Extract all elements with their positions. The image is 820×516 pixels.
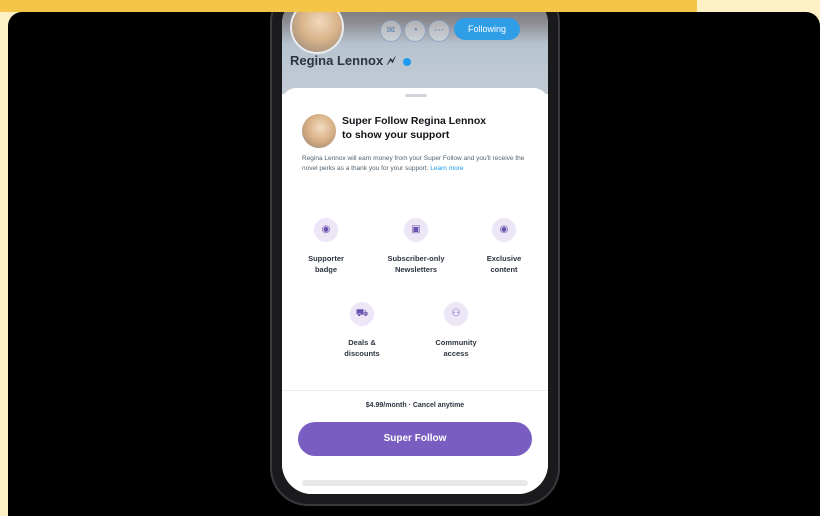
exclusive-content-icon: ◉ (492, 218, 516, 242)
more-icon[interactable]: ⋯ (428, 20, 450, 42)
super-follow-description: Regina Lennox will earn money from your … (302, 154, 530, 174)
benefit-label: Exclusive content (486, 254, 522, 274)
price-text: $4.99/month · Cancel anytime (365, 402, 465, 409)
verified-badge-icon (403, 57, 412, 66)
divider (282, 390, 548, 391)
super-follow-title-line1: Super Follow Regina Lennox (342, 115, 487, 127)
benefit-label: Supporter badge (308, 254, 344, 274)
benefit-label: Deals & discounts (344, 338, 380, 358)
learn-more-link[interactable]: Learn more (430, 165, 463, 172)
benefit-deals-discounts: ⛟ Deals & discounts (320, 302, 404, 359)
newsletter-icon: ▣ (404, 218, 428, 242)
video-stage: ✉ ◔ ⋯ Following Regina Lennox 🗲 Super Fo… (8, 12, 820, 516)
super-follow-avatar (302, 114, 336, 148)
home-indicator (302, 480, 528, 486)
super-follow-title-line2: to show your support (342, 129, 450, 141)
super-follow-title: Super Follow Regina Lennox to show your … (342, 114, 532, 142)
super-follow-description-text: Regina Lennox will earn money from your … (302, 155, 525, 172)
profile-avatar[interactable] (290, 12, 344, 54)
super-follow-button[interactable]: Super Follow (298, 422, 532, 456)
badge-icon: ◉ (314, 218, 338, 242)
profile-name: Regina Lennox 🗲 (290, 53, 412, 69)
cart-icon: ⛟ (350, 302, 374, 326)
profile-name-suffix: 🗲 (386, 53, 396, 68)
benefit-community-access: ⚇ Community access (414, 302, 498, 359)
profile-name-text: Regina Lennox (290, 53, 384, 68)
sheet-grabber[interactable] (405, 94, 427, 97)
following-button[interactable]: Following (454, 18, 520, 40)
benefit-newsletters: ▣ Subscriber-only Newsletters (374, 218, 458, 275)
benefit-supporter-badge: ◉ Supporter badge (284, 218, 368, 275)
mail-icon[interactable]: ✉ (380, 20, 402, 42)
header-band (0, 0, 697, 12)
benefit-label: Community access (435, 338, 477, 358)
benefit-exclusive-content: ◉ Exclusive content (462, 218, 546, 275)
benefit-label: Subscriber-only Newsletters (387, 254, 445, 274)
phone-frame: ✉ ◔ ⋯ Following Regina Lennox 🗲 Super Fo… (270, 12, 560, 506)
phone-screen: ✉ ◔ ⋯ Following Regina Lennox 🗲 Super Fo… (282, 12, 548, 494)
community-icon: ⚇ (444, 302, 468, 326)
super-follow-sheet: Super Follow Regina Lennox to show your … (282, 88, 548, 494)
profile-header: ✉ ◔ ⋯ Following Regina Lennox 🗲 (282, 12, 548, 94)
bell-icon[interactable]: ◔ (404, 20, 426, 42)
